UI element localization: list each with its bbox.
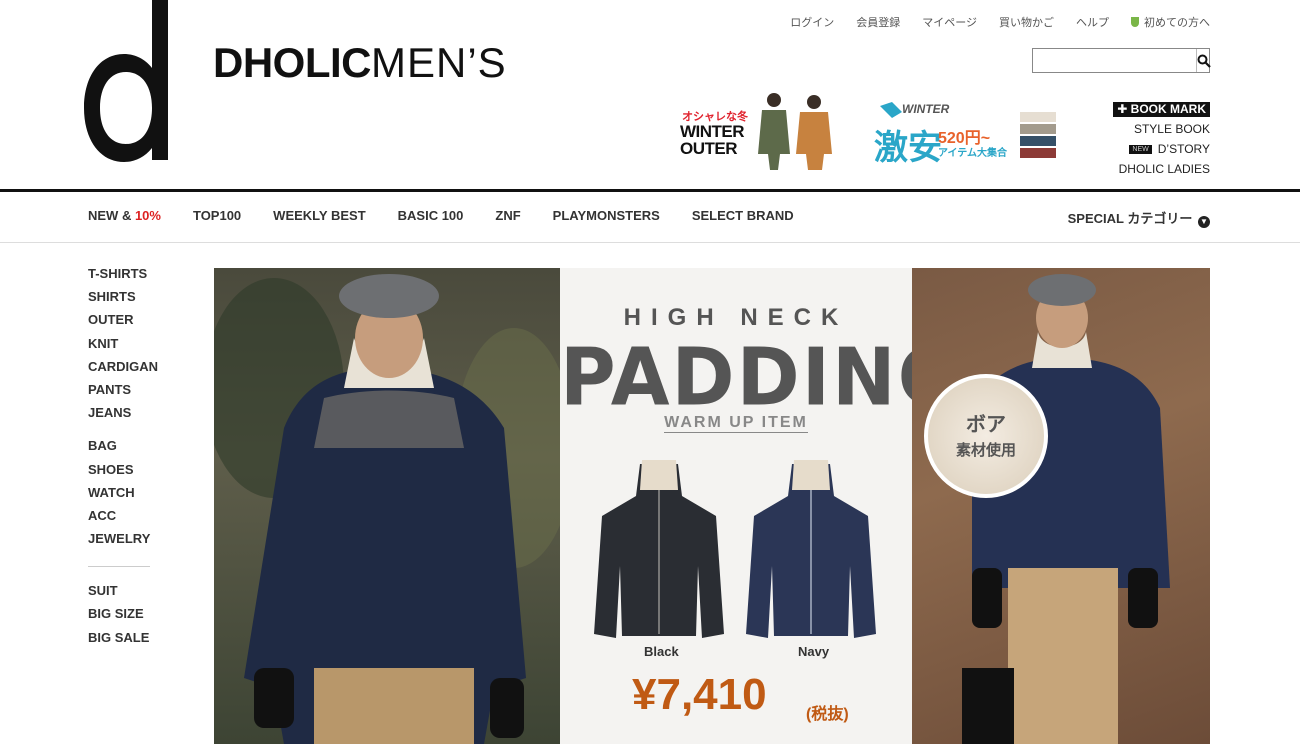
nav-playmonsters[interactable]: PLAYMONSTERS [553, 208, 660, 223]
sidebar-item-big-size[interactable]: BIG SIZE [88, 606, 158, 629]
nav-divider [0, 242, 1300, 243]
dholic-ladies-link[interactable]: DHOLIC LADIES [1113, 159, 1210, 179]
brand-name-light: MEN’S [371, 39, 507, 86]
jacket-navy-image [746, 460, 876, 638]
bookmark-link[interactable]: ✚ BOOK MARK [1113, 99, 1210, 119]
nav-new[interactable]: NEW & 10% [88, 208, 161, 223]
utility-nav: ログイン 会員登録 マイページ 買い物かご ヘルプ 初めての方へ [790, 14, 1210, 30]
nav-new-label: NEW & [88, 208, 135, 223]
search-box [1032, 48, 1211, 73]
sidebar-item-watch[interactable]: WATCH [88, 485, 158, 508]
jacket-black-image [594, 460, 724, 638]
promo-outer-title-1: WINTER [680, 122, 745, 141]
cart-link[interactable]: 買い物かご [999, 14, 1054, 30]
winter-tag: WINTER [902, 102, 950, 116]
sidebar-item-shirts[interactable]: SHIRTS [88, 289, 158, 312]
hero-subtitle-text: WARM UP ITEM [664, 414, 808, 433]
sale-caption: アイテム大集合 [938, 148, 1007, 159]
hero-model-photo-right: ボア 素材使用 [912, 268, 1210, 744]
special-label: SPECIAL カテゴリー [1067, 211, 1193, 226]
header-side-links: ✚ BOOK MARK STYLE BOOK NEW D’STORY DHOLIC… [1113, 99, 1210, 179]
hero-model-photo-left [214, 268, 574, 744]
sidebar-separator [88, 566, 150, 568]
dstory-link[interactable]: NEW D’STORY [1113, 139, 1210, 159]
nav-znf[interactable]: ZNF [495, 208, 520, 223]
search-input[interactable] [1033, 49, 1197, 72]
dstory-label: D’STORY [1157, 142, 1210, 156]
sidebar-item-jewelry[interactable]: JEWELRY [88, 531, 158, 554]
sidebar-item-knit[interactable]: KNIT [88, 336, 158, 359]
folded-knits-image [1020, 112, 1056, 158]
brand-name-bold: DHOLIC [213, 39, 372, 86]
sidebar-item-outer[interactable]: OUTER [88, 312, 158, 335]
hero-price: ¥7,410 [632, 670, 767, 719]
sidebar-item-jeans[interactable]: JEANS [88, 405, 158, 428]
bookmark-label: BOOK MARK [1130, 102, 1206, 116]
color-label-navy: Navy [798, 644, 830, 659]
chevron-down-icon: ▼ [1198, 216, 1210, 228]
new-badge: NEW [1129, 145, 1152, 154]
sidebar-item-big-sale[interactable]: BIG SALE [88, 630, 158, 653]
sidebar-item-bag[interactable]: BAG [88, 438, 158, 461]
hero-subtitle: WARM UP ITEM [560, 414, 912, 433]
sale-headline: 激安 [874, 129, 942, 167]
sidebar-item-suit[interactable]: SUIT [88, 583, 158, 606]
sidebar-item-acc[interactable]: ACC [88, 508, 158, 531]
style-book-link[interactable]: STYLE BOOK [1113, 119, 1210, 139]
category-nav: NEW & 10% TOP100 WEEKLY BEST BASIC 100 Z… [88, 208, 794, 223]
brand-wordmark[interactable]: DHOLICMEN’S [213, 42, 507, 84]
hero-price-tax: (税抜) [806, 706, 849, 723]
promo-outer-title-2: OUTER [680, 139, 738, 158]
nav-weekly-best[interactable]: WEEKLY BEST [273, 208, 365, 223]
nav-top100[interactable]: TOP100 [193, 208, 241, 223]
header-divider [0, 189, 1300, 192]
model-left-illustration [214, 274, 574, 744]
nav-basic100[interactable]: BASIC 100 [398, 208, 464, 223]
mypage-link[interactable]: マイページ [922, 14, 977, 30]
boa-badge-line2: 素材使用 [955, 442, 1016, 459]
brand-logo-mark[interactable] [84, 0, 184, 162]
boa-badge-line1: ボア [966, 414, 1006, 436]
sidebar-item-pants[interactable]: PANTS [88, 382, 158, 405]
model-right-illustration [962, 274, 1170, 744]
search-icon [1197, 54, 1211, 68]
hero-banner[interactable]: HIGH NECK PADDING WARM UP ITEM Black Nav… [214, 268, 1210, 744]
winter-sale-banner[interactable]: WINTER 激安 520円~ アイテム大集合 [872, 96, 1060, 167]
hero-title: PADDING [560, 329, 962, 424]
boa-material-badge: ボア 素材使用 [924, 374, 1048, 498]
help-link[interactable]: ヘルプ [1076, 14, 1109, 30]
plus-icon: ✚ [1117, 102, 1131, 116]
category-sidebar: T-SHIRTS SHIRTS OUTER KNIT CARDIGAN PANT… [88, 266, 158, 653]
sidebar-item-tshirts[interactable]: T-SHIRTS [88, 266, 158, 289]
sidebar-item-shoes[interactable]: SHOES [88, 462, 158, 485]
login-link[interactable]: ログイン [790, 14, 834, 30]
hero-kicker: HIGH NECK [623, 304, 849, 331]
register-link[interactable]: 会員登録 [856, 14, 900, 30]
winter-outer-banner[interactable]: オシャレな冬 WINTER OUTER [678, 88, 836, 172]
first-visit-link[interactable]: 初めての方へ [1131, 14, 1210, 30]
nav-new-percent: 10% [134, 208, 161, 223]
sale-tag-icon [880, 102, 902, 118]
special-category-dropdown[interactable]: SPECIAL カテゴリー ▼ [1068, 208, 1210, 228]
models-image [758, 93, 832, 170]
sidebar-item-cardigan[interactable]: CARDIGAN [88, 359, 158, 382]
search-button[interactable] [1197, 49, 1211, 72]
hero-product-panel: HIGH NECK PADDING WARM UP ITEM Black Nav… [560, 268, 962, 744]
color-label-black: Black [644, 644, 679, 659]
nav-select-brand[interactable]: SELECT BRAND [692, 208, 794, 223]
promo-outer-title: WINTER OUTER [680, 122, 745, 158]
